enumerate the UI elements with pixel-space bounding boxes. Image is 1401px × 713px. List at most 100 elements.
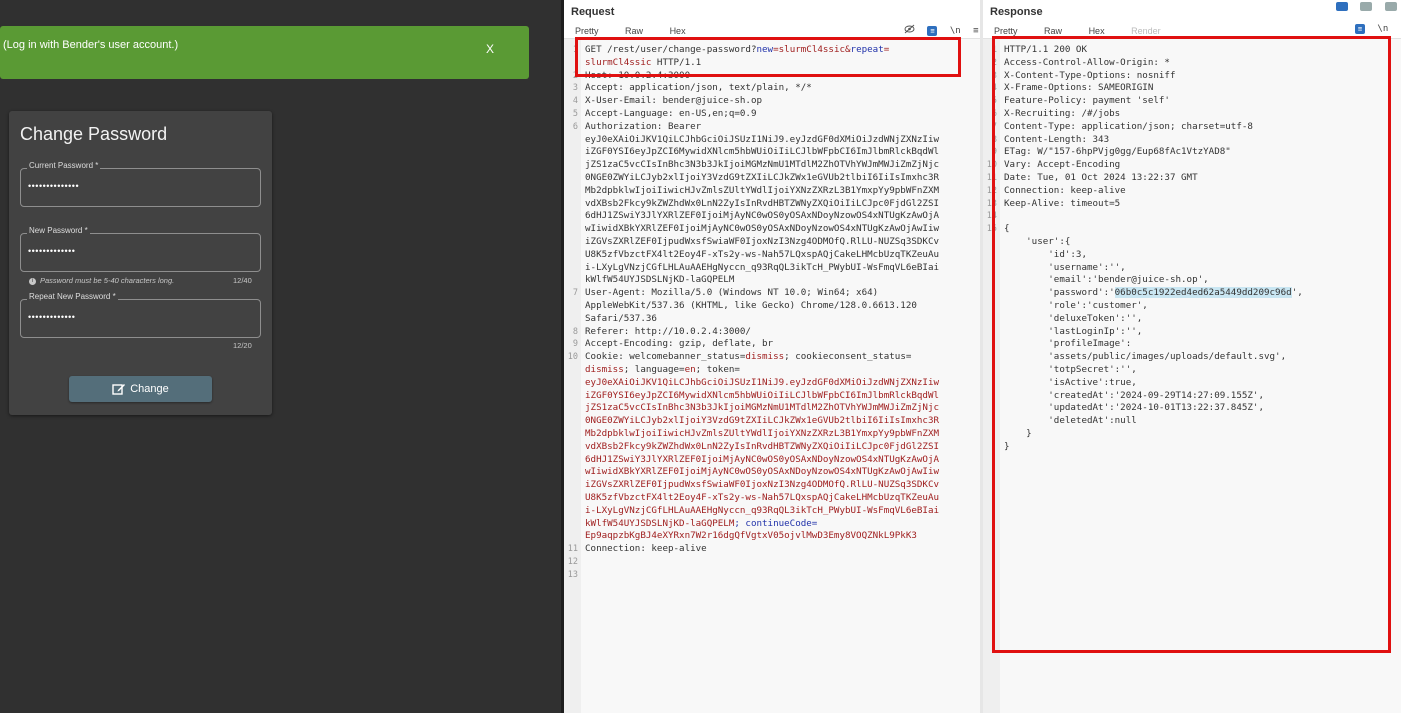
change-button[interactable]: Change xyxy=(69,376,212,402)
request-tab-raw[interactable]: Raw xyxy=(625,26,643,36)
line-number: 6 xyxy=(991,109,997,119)
token: 0NGE0ZWYiLCJyb2xlIjoiY3VzdG9tZXIiLCJkZWx… xyxy=(585,415,940,427)
line-text: 'email':'bender@juice-sh.op', xyxy=(1004,274,1209,287)
response-tab-pretty[interactable]: Pretty xyxy=(994,26,1018,36)
token: Accept: application/json, text/plain, */… xyxy=(585,82,812,94)
token: 'updatedAt':'2024-10-01T13:22:37.845Z', xyxy=(1004,402,1264,414)
token: Referer: http://10.0.2.4:3000/ xyxy=(585,325,751,337)
split-icon[interactable] xyxy=(1360,2,1373,11)
line-text: eyJ0eXAiOiJKV1QiLCJhbGciOiJSUzI1NiJ9.eyJ… xyxy=(585,134,939,147)
token: jZS1zaC5vcCIsInBhc3N3b3JkIjoiMGMzNmU1MTd… xyxy=(585,159,940,171)
line-text: Accept-Encoding: gzip, deflate, br xyxy=(585,338,773,351)
line-text: wIiwidXBkYXRlZEF0IjoiMjAyNC0wOS0yOSAxNDo… xyxy=(585,466,939,479)
token: wIiwidXBkYXRlZEF0IjoiMjAyNC0wOS0yOSAxNDo… xyxy=(585,223,940,235)
password-hash-highlight: 06b0c5c1922ed4ed62a5449dd209c96d xyxy=(1114,287,1292,299)
snackbar-close-button[interactable]: X xyxy=(486,42,494,56)
token: iZGVsZXRlZEF0IjpudWxsfSwiaWF0IjoxNzI3Nzg… xyxy=(585,236,940,247)
list-icon[interactable]: ≡ xyxy=(927,25,938,36)
line-text: U8K5zfVbzctFX4lt2Eoy4F-xTs2y-ws-Nah57LQx… xyxy=(585,492,939,505)
token: U8K5zfVbzctFX4lt2Eoy4F-xTs2y-ws-Nah57LQx… xyxy=(585,492,940,503)
token: AppleWebKit/537.36 (KHTML, like Gecko) C… xyxy=(585,300,917,311)
token: X-User-Email: bender@juice-sh.op xyxy=(585,95,763,107)
eye-off-icon[interactable] xyxy=(904,24,915,37)
token: Ep9aqpzbKgBJ4eXYRxn7W2r16dgQfVgtxV05ojvl… xyxy=(585,530,917,542)
password-hint: i Password must be 5-40 characters long. xyxy=(29,276,174,285)
response-tab-raw[interactable]: Raw xyxy=(1044,26,1062,36)
token: 'email':'bender@juice-sh.op', xyxy=(1004,274,1209,286)
token: = xyxy=(883,44,890,55)
card-title: Change Password xyxy=(20,124,168,144)
token: 'password':' xyxy=(1004,287,1115,299)
token: slurmCl4ssic xyxy=(585,56,652,68)
line-text: Date: Tue, 01 Oct 2024 13:22:37 GMT xyxy=(1004,172,1198,185)
list-icon[interactable]: ≡ xyxy=(1355,24,1365,34)
token: 'isActive':true, xyxy=(1004,376,1137,388)
line-text: X-Recruiting: /#/jobs xyxy=(1004,108,1120,121)
line-text: 'assets/public/images/uploads/default.sv… xyxy=(1004,351,1286,364)
token: 'username':'', xyxy=(1004,261,1126,273)
request-editor[interactable]: 1 GET /rest/user/change-password?new=slur… xyxy=(564,38,980,713)
line-text: Mb2dpbklwIjoiIiwicHJvZmlsZUltYWdlIjoiYXN… xyxy=(585,428,939,441)
token: dismiss xyxy=(585,364,624,375)
newline-icon[interactable]: \n xyxy=(950,26,961,36)
token: repeat xyxy=(850,44,884,55)
line-text: Keep-Alive: timeout=5 xyxy=(1004,198,1120,211)
line-text: 'id':3, xyxy=(1004,249,1087,262)
line-number: 15 xyxy=(986,224,997,235)
token: } xyxy=(1004,428,1032,439)
panel-icon[interactable] xyxy=(1385,2,1397,11)
line-text: AppleWebKit/537.36 (KHTML, like Gecko) C… xyxy=(585,300,917,313)
token: Cookie: welcomebanner_status= xyxy=(585,351,746,363)
line-text: jZS1zaC5vcCIsInBhc3N3b3JkIjoiMGMzNmU1MTd… xyxy=(585,159,939,172)
request-toolbar: ≡ \n ≡ xyxy=(897,24,979,37)
line-text: 0NGE0ZWYiLCJyb2xlIjoiY3VzdG9tZXIiLCJkZWx… xyxy=(585,415,939,428)
request-tab-hex[interactable]: Hex xyxy=(670,26,686,36)
layout-icon[interactable] xyxy=(1335,2,1348,11)
line-number: 2 xyxy=(572,70,578,81)
line-text: 'lastLoginIp':'', xyxy=(1004,326,1142,339)
response-pane: Response Pretty Raw Hex Render ≡ \n ≡ 1H… xyxy=(983,0,1401,713)
line-number: 9 xyxy=(991,147,997,158)
line-text: U8K5zfVbzctFX4lt2Eoy4F-xTs2y-ws-Nah57LQx… xyxy=(585,249,939,262)
line-text: 6dHJ1ZSwiY3JlYXRlZEF0IjoiMjAyNC0wOS0yOSA… xyxy=(585,454,939,467)
line-text: 6dHJ1ZSwiY3JlYXRlZEF0IjoiMjAyNC0wOS0yOSA… xyxy=(585,210,939,223)
token: Feature-Policy: payment 'self' xyxy=(1004,95,1170,107)
new-password-label: New Password * xyxy=(27,226,90,235)
token: eyJ0eXAiOiJKV1QiLCJhbGciOiJSUzI1NiJ9.eyJ… xyxy=(585,133,940,145)
line-text: Access-Control-Allow-Origin: * xyxy=(1004,57,1170,70)
token: 'lastLoginIp':'', xyxy=(1004,325,1143,337)
token: 6dHJ1ZSwiY3JlYXRlZEF0IjoiMjAyNC0wOS0yOSA… xyxy=(585,210,940,222)
line-text: { xyxy=(1004,223,1010,236)
token: Content-Type: application/json; charset=… xyxy=(1004,120,1253,132)
token: Content-Length: 343 xyxy=(1004,133,1110,145)
repeat-password-field[interactable]: Repeat New Password * ••••••••••••• xyxy=(20,292,261,338)
token: Mb2dpbklwIjoiIiwicHJvZmlsZUltYWdlIjoiYXN… xyxy=(585,184,940,196)
token: 'id':3, xyxy=(1004,248,1087,260)
response-editor[interactable]: 1 HTTP/1.1 200 OK 2 Access-Control-Allow-Or… xyxy=(983,38,1401,713)
token: Accept-Encoding: gzip, deflate, br xyxy=(585,338,774,350)
response-tab-render[interactable]: Render xyxy=(1131,26,1161,36)
line-text: } xyxy=(1004,441,1010,454)
line-number: 8 xyxy=(572,326,578,337)
line-text: vdXBsb2Fkcy9kZWZhdWx0LnN2ZyIsInRvdHBTZWN… xyxy=(585,198,939,211)
response-title: Response xyxy=(990,6,1043,18)
line-text: vdXBsb2Fkcy9kZWZhdWx0LnN2ZyIsInRvdHBTZWN… xyxy=(585,441,939,454)
token: Mb2dpbklwIjoiIiwicHJvZmlsZUltYWdlIjoiYXN… xyxy=(585,428,940,439)
response-tab-hex[interactable]: Hex xyxy=(1089,26,1105,36)
line-text: GET /rest/user/change-password?new=slurm… xyxy=(585,44,889,57)
line-text: jZS1zaC5vcCIsInBhc3N3b3JkIjoiMGMzNmU1MTd… xyxy=(585,402,939,415)
line-number: 13 xyxy=(986,198,997,209)
new-password-field[interactable]: New Password * ••••••••••••• xyxy=(20,226,261,272)
newline-icon[interactable]: \n xyxy=(1377,24,1388,34)
juice-shop-app: (Log in with Bender's user account.) X C… xyxy=(0,0,561,713)
request-tab-pretty[interactable]: Pretty xyxy=(575,26,599,36)
change-button-label: Change xyxy=(130,383,169,395)
line-text: kWlfW54UYJSDSLNjKD-laGQPELM xyxy=(585,274,734,287)
current-password-field[interactable]: Current Password * •••••••••••••• xyxy=(20,161,261,207)
menu-icon[interactable]: ≡ xyxy=(973,26,978,36)
line-text: Feature-Policy: payment 'self' xyxy=(1004,95,1170,108)
line-text: Mb2dpbklwIjoiIiwicHJvZmlsZUltYWdlIjoiYXN… xyxy=(585,185,939,198)
response-tabs: Pretty Raw Hex Render xyxy=(994,26,1185,36)
token: new xyxy=(756,44,774,55)
line-text: iZGVsZXRlZEF0IjpudWxsfSwiaWF0IjoxNzI3Nzg… xyxy=(585,479,939,492)
